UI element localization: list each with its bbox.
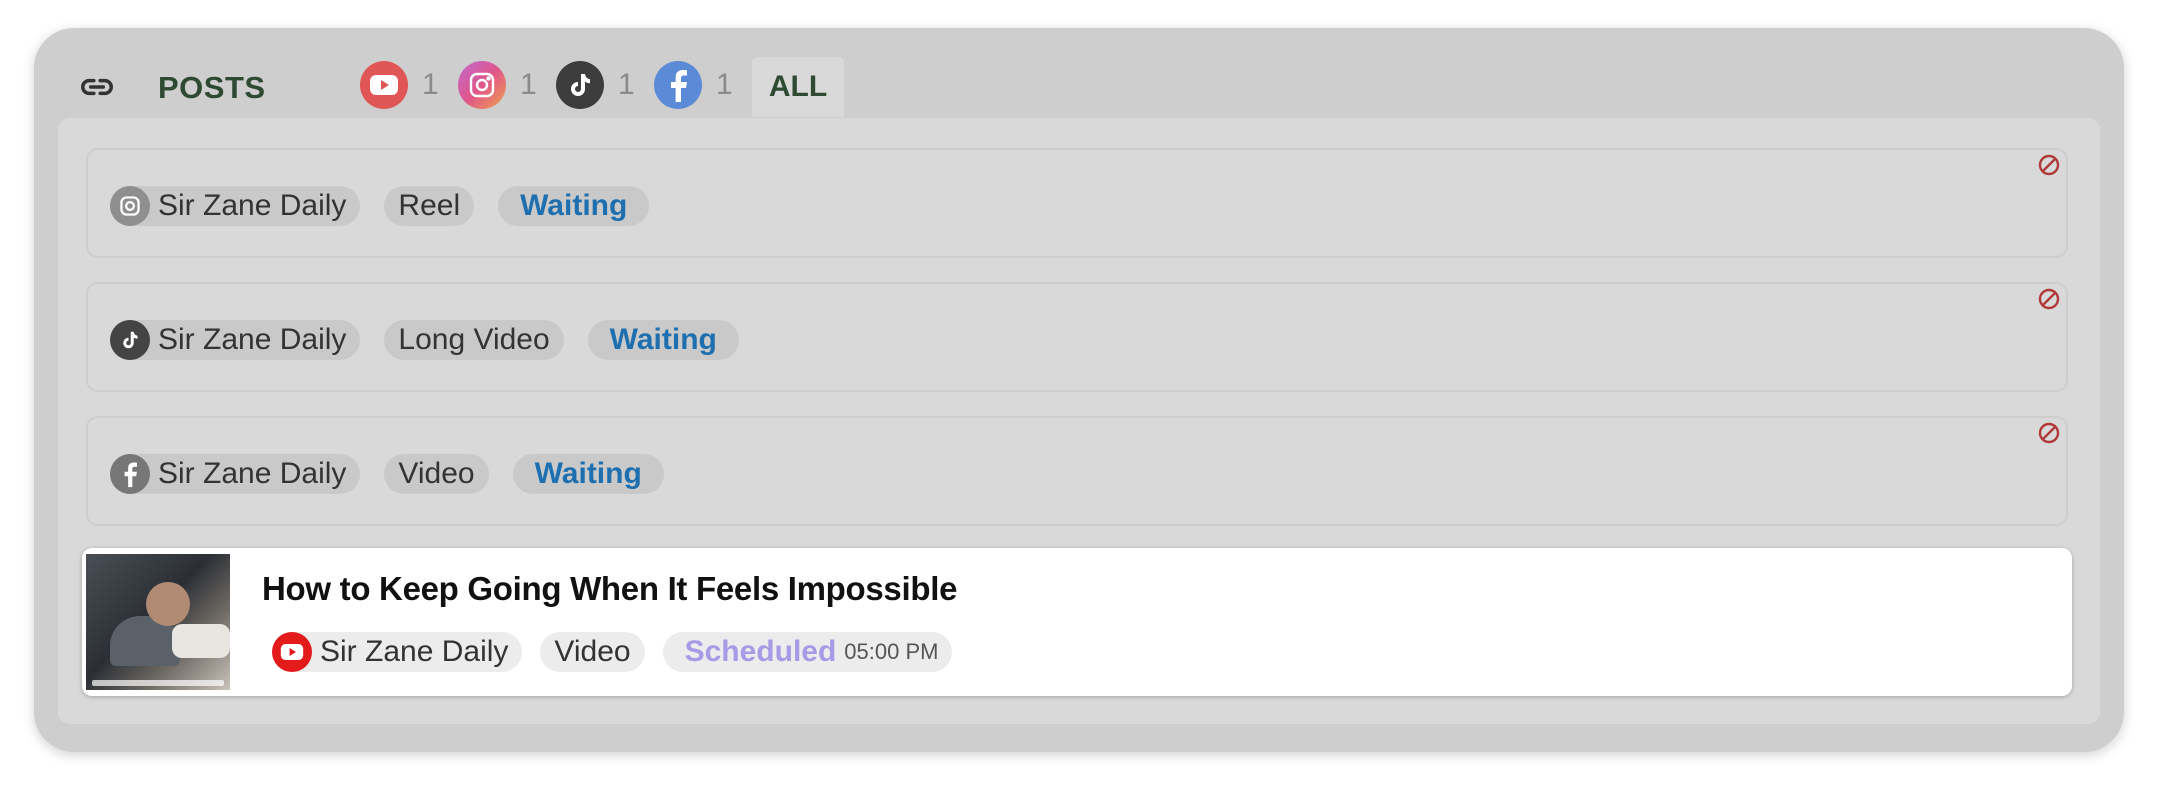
account-chip: Sir Zane Daily — [272, 632, 523, 672]
post-row[interactable]: Sir Zane Daily Video Waiting — [86, 416, 2068, 526]
account-chip: Sir Zane Daily — [110, 320, 361, 360]
tab-youtube[interactable]: 1 — [360, 55, 439, 115]
status-badge: Scheduled 05:00 PM — [662, 632, 953, 672]
block-icon[interactable] — [2036, 286, 2062, 312]
status-badge: Waiting — [498, 186, 650, 226]
tab-all[interactable]: ALL — [752, 57, 844, 117]
post-type-chip: Reel — [384, 186, 475, 226]
post-type-chip: Video — [384, 454, 489, 494]
facebook-icon — [654, 61, 702, 109]
youtube-icon — [272, 632, 312, 672]
account-chip: Sir Zane Daily — [110, 186, 361, 226]
post-type-chip: Video — [540, 632, 645, 672]
block-icon[interactable] — [2036, 420, 2062, 446]
status-badge: Waiting — [587, 320, 739, 360]
tiktok-icon — [110, 320, 150, 360]
block-icon[interactable] — [2036, 152, 2062, 178]
scheduled-time: 05:00 PM — [844, 639, 939, 664]
facebook-icon — [110, 454, 150, 494]
instagram-count: 1 — [520, 68, 537, 101]
page-title: POSTS — [158, 70, 266, 105]
posts-panel: POSTS 1 1 1 1 ALL Sir Zane Daily Reel Wa… — [34, 28, 2124, 752]
facebook-count: 1 — [716, 68, 733, 101]
youtube-count: 1 — [422, 68, 439, 101]
tiktok-count: 1 — [618, 68, 635, 101]
post-title: How to Keep Going When It Feels Impossib… — [262, 570, 958, 607]
account-chip: Sir Zane Daily — [110, 454, 361, 494]
youtube-icon — [360, 61, 408, 109]
account-name: Sir Zane Daily — [320, 635, 509, 668]
posts-list: Sir Zane Daily Reel Waiting Sir Zane Dai… — [58, 118, 2100, 724]
tab-tiktok[interactable]: 1 — [556, 55, 635, 115]
tiktok-icon — [556, 61, 604, 109]
post-type-chip: Long Video — [384, 320, 564, 360]
link-icon[interactable] — [78, 68, 116, 106]
instagram-icon — [110, 186, 150, 226]
instagram-icon — [458, 61, 506, 109]
post-row[interactable]: Sir Zane Daily Reel Waiting — [86, 148, 2068, 258]
status-badge: Waiting — [512, 454, 664, 494]
scheduled-post-row[interactable]: How to Keep Going When It Feels Impossib… — [82, 548, 2072, 696]
account-name: Sir Zane Daily — [158, 457, 347, 490]
account-name: Sir Zane Daily — [158, 189, 347, 222]
status-label: Scheduled — [684, 635, 837, 668]
account-name: Sir Zane Daily — [158, 323, 347, 356]
tab-instagram[interactable]: 1 — [458, 55, 537, 115]
tab-facebook[interactable]: 1 — [654, 55, 733, 115]
post-row[interactable]: Sir Zane Daily Long Video Waiting — [86, 282, 2068, 392]
video-thumbnail — [86, 554, 230, 690]
